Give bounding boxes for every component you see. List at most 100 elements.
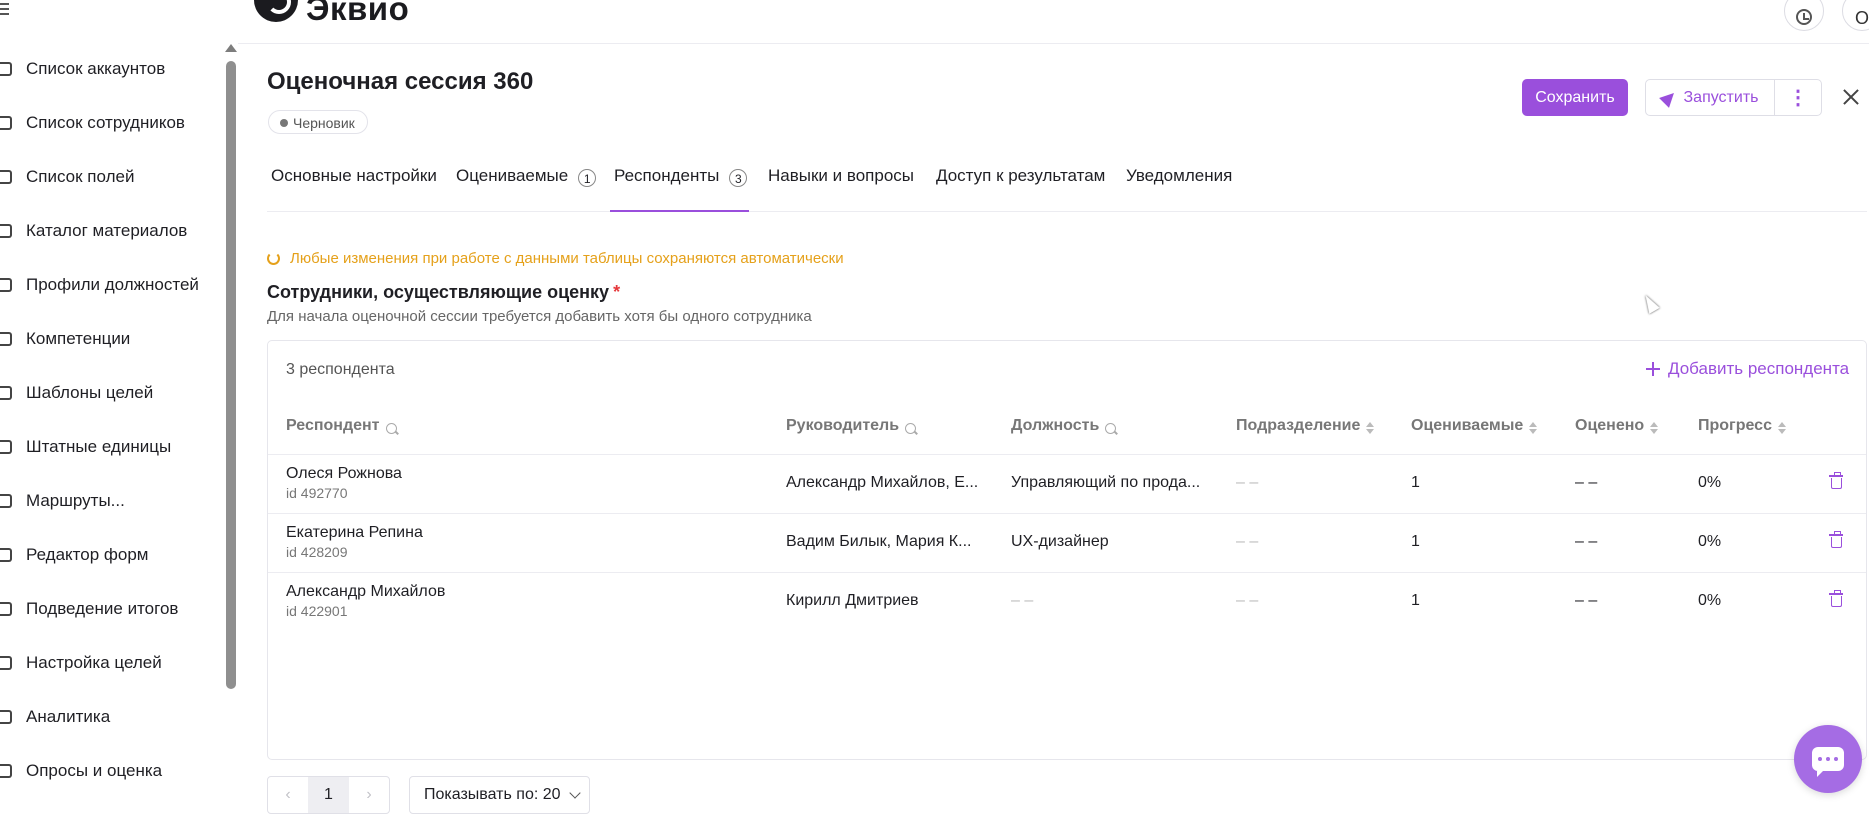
respondent-name: Екатерина Репина xyxy=(286,524,423,541)
prev-page-button[interactable]: ‹ xyxy=(268,777,308,813)
close-icon[interactable] xyxy=(1841,87,1861,107)
column-header-manager[interactable]: Руководитель xyxy=(786,417,917,435)
table-row[interactable]: Екатерина Репина id 428209 Вадим Билык, … xyxy=(268,513,1866,573)
sidebar-item-employees[interactable]: Список сотрудников xyxy=(0,108,185,138)
autosave-notice-text: Любые изменения при работе с данными таб… xyxy=(290,250,844,267)
more-options-button[interactable]: ⋮ xyxy=(1775,79,1822,116)
position-cell: Управляющий по прода... xyxy=(1011,474,1201,491)
mouse-cursor-icon xyxy=(1640,292,1660,314)
sort-icon[interactable] xyxy=(1777,421,1786,434)
sidebar-item-form-editor[interactable]: Редактор форм xyxy=(0,540,149,570)
search-icon[interactable] xyxy=(905,422,917,434)
sidebar-item-catalog[interactable]: Каталог материалов xyxy=(0,216,187,246)
save-button[interactable]: Сохранить xyxy=(1522,79,1628,116)
goal-templates-icon xyxy=(0,386,12,400)
job-profiles-icon xyxy=(0,278,12,292)
column-header-department[interactable]: Подразделение xyxy=(1236,417,1375,435)
autosave-notice: Любые изменения при работе с данными таб… xyxy=(267,250,844,267)
sidebar-item-surveys[interactable]: Опросы и оценка xyxy=(0,756,162,786)
chat-icon xyxy=(1812,747,1844,777)
respondent-name: Александр Михайлов xyxy=(286,583,446,600)
add-respondent-button[interactable]: Добавить респондента xyxy=(1646,359,1849,379)
sidebar-item-label: Маршруты... xyxy=(26,491,125,510)
scroll-up-icon[interactable] xyxy=(225,44,237,52)
sidebar-item-job-profiles[interactable]: Профили должностей xyxy=(0,270,199,300)
trash-icon[interactable] xyxy=(1829,531,1843,548)
avatar-letter: О xyxy=(1854,7,1869,28)
sidebar-item-accounts[interactable]: Список аккаунтов xyxy=(0,54,165,84)
page-size-select[interactable]: Показывать по: 20 xyxy=(409,776,590,814)
tab-main-settings[interactable]: Основные настройки xyxy=(271,166,437,211)
sidebar-item-competencies[interactable]: Компетенции xyxy=(0,324,130,354)
employees-icon xyxy=(0,116,12,130)
page-title: Оценочная сессия 360 xyxy=(267,68,534,95)
tab-skills-questions[interactable]: Навыки и вопросы xyxy=(768,166,914,211)
tab-count-badge: 1 xyxy=(578,169,597,187)
sidebar-item-fields[interactable]: Список полей xyxy=(0,162,134,192)
search-icon[interactable] xyxy=(385,422,397,434)
position-cell: UX-дизайнер xyxy=(1011,533,1109,550)
history-button[interactable] xyxy=(1784,0,1824,31)
tab-evaluated[interactable]: Оцениваемые 1 xyxy=(456,166,597,211)
routes-icon xyxy=(0,494,12,508)
status-badge: Черновик xyxy=(268,110,368,134)
table-row[interactable]: Олеся Рожнова id 492770 Александр Михайл… xyxy=(268,454,1866,514)
sidebar-item-routes[interactable]: Маршруты... xyxy=(0,486,125,516)
column-header-position[interactable]: Должность xyxy=(1011,417,1117,435)
sidebar-item-staff-units[interactable]: Штатные единицы xyxy=(0,432,171,462)
search-icon[interactable] xyxy=(1105,422,1117,434)
department-cell: – – xyxy=(1236,474,1259,491)
chevron-down-icon xyxy=(568,787,581,799)
respondent-name: Олеся Рожнова xyxy=(286,465,402,482)
column-header-label: Оценено xyxy=(1575,417,1645,434)
column-header-label: Подразделение xyxy=(1236,417,1361,434)
column-header-label: Должность xyxy=(1011,417,1100,434)
progress-cell: 0% xyxy=(1698,592,1722,609)
analytics-icon xyxy=(0,710,12,724)
tab-count-badge: 3 xyxy=(729,169,748,187)
respondent-id: id 422901 xyxy=(286,603,348,619)
results-icon xyxy=(0,602,12,616)
column-header-label: Респондент xyxy=(286,417,380,434)
sidebar-item-analytics[interactable]: Аналитика xyxy=(0,702,110,732)
current-page[interactable]: 1 xyxy=(308,777,349,813)
sidebar-scrollbar[interactable] xyxy=(225,44,237,689)
table-row[interactable]: Александр Михайлов id 422901 Кирилл Дмит… xyxy=(268,572,1866,632)
sidebar-item-goal-templates[interactable]: Шаблоны целей xyxy=(0,378,153,408)
column-header-label: Руководитель xyxy=(786,417,900,434)
column-header-evaluated[interactable]: Оцениваемые xyxy=(1411,417,1538,435)
scrollbar-thumb[interactable] xyxy=(226,61,236,689)
progress-cell: 0% xyxy=(1698,474,1722,491)
sidebar-item-goal-settings[interactable]: Настройка целей xyxy=(0,648,162,678)
respondents-table: 3 респондента Добавить респондента Респо… xyxy=(267,340,1867,760)
logo-icon xyxy=(254,0,298,22)
column-header-label: Прогресс xyxy=(1698,417,1772,434)
column-header-respondent[interactable]: Респондент xyxy=(286,417,397,435)
tab-label: Респонденты xyxy=(614,166,720,185)
tab-results-access[interactable]: Доступ к результатам xyxy=(936,166,1105,211)
launch-button[interactable]: Запустить xyxy=(1645,79,1775,116)
sort-icon[interactable] xyxy=(1366,421,1375,434)
section-title-text: Сотрудники, осуществляющие оценку xyxy=(267,282,610,302)
tab-label: Доступ к результатам xyxy=(936,166,1106,185)
trash-icon[interactable] xyxy=(1829,590,1843,607)
tab-respondents[interactable]: Респонденты 3 xyxy=(609,166,750,212)
sort-icon[interactable] xyxy=(1529,421,1538,434)
chat-button[interactable] xyxy=(1794,725,1862,793)
sidebar: Список аккаунтов Список сотрудников Спис… xyxy=(0,0,238,812)
sidebar-item-label: Список аккаунтов xyxy=(26,59,166,78)
accounts-icon xyxy=(0,62,12,76)
sort-icon[interactable] xyxy=(1650,421,1659,434)
rated-cell: – – xyxy=(1575,474,1598,491)
top-bar: Эквио О xyxy=(238,0,1869,44)
menu-icon[interactable] xyxy=(0,0,12,18)
column-header-rated[interactable]: Оценено xyxy=(1575,417,1659,435)
avatar[interactable]: О xyxy=(1842,0,1869,31)
tab-notifications[interactable]: Уведомления xyxy=(1126,166,1232,211)
column-header-progress[interactable]: Прогресс xyxy=(1698,417,1786,435)
position-cell: – – xyxy=(1011,592,1034,609)
trash-icon[interactable] xyxy=(1829,472,1843,489)
sidebar-item-results[interactable]: Подведение итогов xyxy=(0,594,178,624)
tab-label: Оцениваемые xyxy=(456,166,569,185)
next-page-button[interactable]: › xyxy=(349,777,389,813)
